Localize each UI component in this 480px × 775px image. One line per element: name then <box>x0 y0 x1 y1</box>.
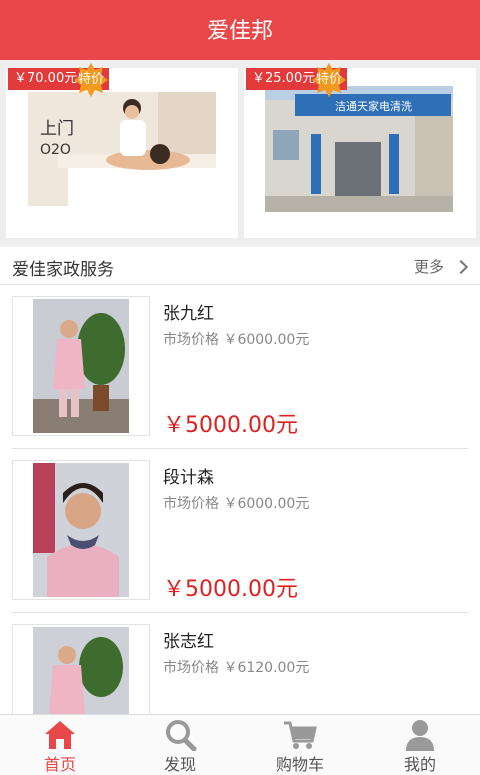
tab-cart[interactable]: 购物车 <box>240 715 360 775</box>
worker-photo <box>12 460 150 600</box>
promo-card-cleaning[interactable]: 洁通天家电清洗 ￥25.00元 特价 <box>244 63 476 238</box>
badge-label: 特价 <box>77 72 104 87</box>
worker-photo <box>12 296 150 436</box>
service-list: 张九红 市场价格 ￥6000.00元 ￥5000.00元 段计森 市场价格 ￥6… <box>0 285 480 715</box>
badge-label: 特价 <box>315 72 342 87</box>
tab-label: 发现 <box>163 755 196 774</box>
promo-image-text-1: 上门 <box>40 119 74 139</box>
more-label: 更多 <box>413 258 444 276</box>
worker-name: 张九红 <box>163 304 214 324</box>
more-link[interactable]: 更多 <box>413 256 469 277</box>
section-title: 爱佳家政服务 <box>12 260 114 280</box>
promo-image-sign-text: 洁通天家电清洗 <box>335 99 412 113</box>
sale-price: ￥5000.00元 <box>163 577 298 602</box>
worker-photo-image <box>33 299 129 433</box>
worker-photo <box>12 624 150 715</box>
section-header: 爱佳家政服务 更多 <box>0 247 480 285</box>
promo-row: 上门 O2O ￥70.00元 特价 洁通天家电清洗 ￥25.00元 特价 <box>0 60 480 244</box>
tab-label: 首页 <box>43 755 76 774</box>
massage-service-image: 上门 O2O <box>28 92 216 206</box>
tab-label: 购物车 <box>275 755 324 774</box>
app-header: 爱佳邦 <box>0 0 480 60</box>
promo-image-text-2: O2O <box>40 142 71 158</box>
tab-discover[interactable]: 发现 <box>120 715 240 775</box>
user-icon <box>406 720 434 751</box>
worker-name: 张志红 <box>163 632 214 652</box>
market-price: 市场价格 ￥6000.00元 <box>163 496 310 512</box>
tab-home[interactable]: 首页 <box>0 715 120 775</box>
home-icon <box>45 721 75 749</box>
worker-photo-image <box>33 627 129 715</box>
tab-mine[interactable]: 我的 <box>360 715 480 775</box>
list-item[interactable]: 张志红 市场价格 ￥6120.00元 <box>0 613 480 715</box>
bottom-tab-bar: 首页 发现 购物车 我的 <box>0 714 480 775</box>
worker-name: 段计森 <box>163 468 214 488</box>
appliance-cleaning-image: 洁通天家电清洗 <box>265 86 453 212</box>
chevron-right-icon <box>453 259 469 275</box>
market-price: 市场价格 ￥6120.00元 <box>163 660 310 676</box>
promo-card-massage[interactable]: 上门 O2O ￥70.00元 特价 <box>6 63 238 238</box>
worker-photo-image <box>33 463 129 597</box>
special-offer-badge: 特价 <box>312 63 346 97</box>
market-price: 市场价格 ￥6000.00元 <box>163 332 310 348</box>
list-item[interactable]: 段计森 市场价格 ￥6000.00元 ￥5000.00元 <box>0 449 480 613</box>
sale-price: ￥5000.00元 <box>163 413 298 438</box>
search-icon <box>166 720 197 751</box>
app-title: 爱佳邦 <box>206 19 273 44</box>
special-offer-badge: 特价 <box>74 63 108 97</box>
list-item[interactable]: 张九红 市场价格 ￥6000.00元 ￥5000.00元 <box>0 285 480 449</box>
tab-label: 我的 <box>403 755 436 774</box>
cart-icon <box>284 721 317 749</box>
